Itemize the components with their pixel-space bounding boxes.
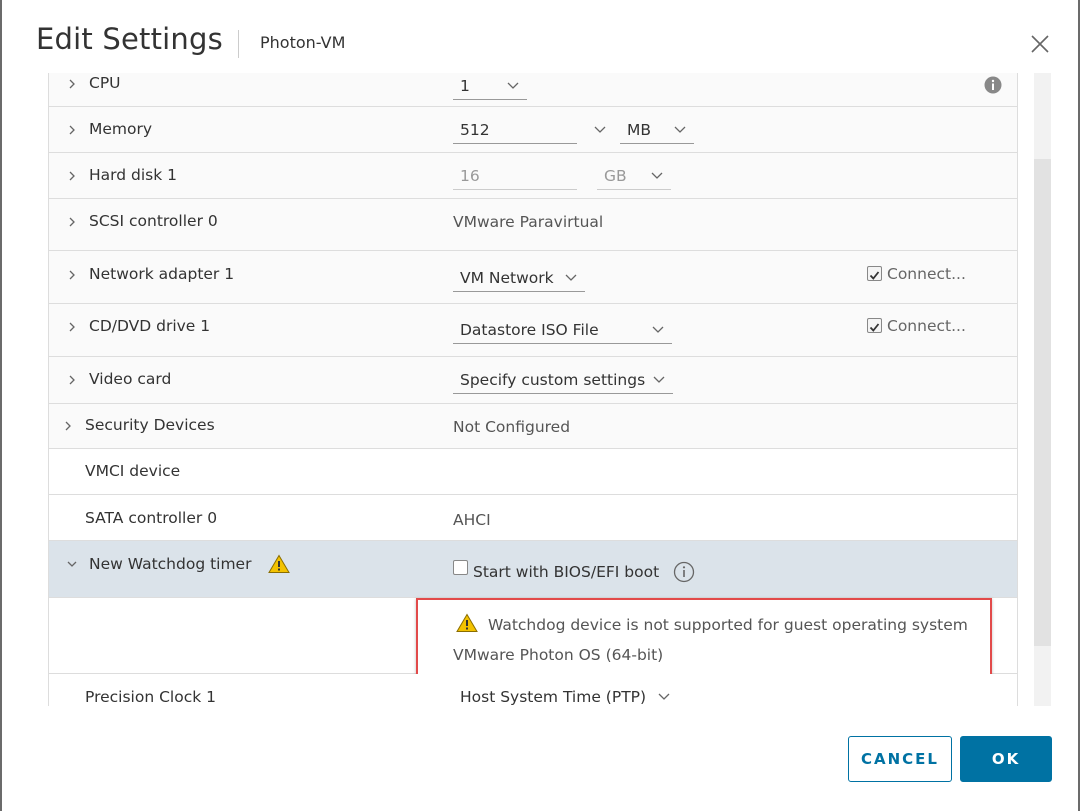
vmci-label: VMCI device xyxy=(85,462,181,480)
scsi-label: SCSI controller 0 xyxy=(89,212,218,230)
cddvd-connect-label: Connect... xyxy=(887,317,966,335)
sata-label: SATA controller 0 xyxy=(85,509,218,527)
network-connect-checkbox[interactable] xyxy=(867,266,882,281)
row-new-watchdog-timer[interactable]: New Watchdog timer Start with BIOS/EFI b… xyxy=(48,541,1018,598)
watchdog-label: New Watchdog timer xyxy=(89,555,252,573)
row-cd-dvd-drive: CD/DVD drive 1 Datastore ISO File Connec… xyxy=(48,304,1018,357)
chevron-right-icon[interactable] xyxy=(67,79,77,89)
sata-value: AHCI xyxy=(453,511,491,529)
bios-efi-boot-checkbox[interactable] xyxy=(453,560,468,575)
dialog-title: Edit Settings xyxy=(36,22,223,56)
row-video-card: Video card Specify custom settings xyxy=(48,357,1018,404)
settings-list: CPU 1 Memory 512 MB Hard disk 1 16 GB SC… xyxy=(48,73,1018,706)
row-vmci-device: VMCI device xyxy=(48,449,1018,495)
title-divider xyxy=(238,30,239,58)
row-cpu: CPU 1 xyxy=(48,73,1018,107)
cpu-select[interactable]: 1 xyxy=(453,73,527,100)
cddvd-select[interactable]: Datastore ISO File xyxy=(453,317,672,344)
row-hard-disk: Hard disk 1 16 GB xyxy=(48,153,1018,199)
warning-message: Watchdog device is not supported for gue… xyxy=(488,616,968,634)
scrollbar[interactable] xyxy=(1034,73,1051,706)
chevron-right-icon[interactable] xyxy=(67,171,77,181)
row-sata-controller: SATA controller 0 AHCI xyxy=(48,495,1018,541)
checkmark-icon xyxy=(869,271,880,280)
chevron-right-icon[interactable] xyxy=(63,421,73,431)
row-memory: Memory 512 MB xyxy=(48,107,1018,153)
chevron-right-icon[interactable] xyxy=(67,270,77,280)
chevron-right-icon[interactable] xyxy=(67,375,77,385)
watchdog-warning-box: Watchdog device is not supported for gue… xyxy=(416,598,992,677)
video-card-label: Video card xyxy=(89,370,172,388)
video-card-select[interactable]: Specify custom settings xyxy=(453,367,673,394)
memory-input[interactable]: 512 xyxy=(453,117,577,144)
info-circle-icon[interactable] xyxy=(673,561,695,583)
close-icon[interactable] xyxy=(1026,30,1054,58)
chevron-down-icon xyxy=(565,274,577,281)
scrollbar-thumb[interactable] xyxy=(1034,159,1051,646)
cpu-label: CPU xyxy=(89,74,121,92)
precision-clock-label: Precision Clock 1 xyxy=(85,688,216,706)
row-scsi-controller: SCSI controller 0 VMware Paravirtual xyxy=(48,199,1018,251)
row-network-adapter: Network adapter 1 VM Network Connect... xyxy=(48,251,1018,304)
scsi-value: VMware Paravirtual xyxy=(453,213,604,231)
checkmark-icon xyxy=(869,323,880,332)
row-security-devices: Security Devices Not Configured xyxy=(48,404,1018,449)
cddvd-label: CD/DVD drive 1 xyxy=(89,317,211,335)
bios-efi-boot-label: Start with BIOS/EFI boot xyxy=(473,563,660,581)
vm-name: Photon-VM xyxy=(260,33,346,52)
edit-settings-dialog: Edit Settings Photon-VM CPU 1 Memory 512… xyxy=(2,0,1078,811)
network-connect-label: Connect... xyxy=(887,265,966,283)
hard-disk-label: Hard disk 1 xyxy=(89,166,178,184)
memory-stepper-chevron-down-icon[interactable] xyxy=(594,124,606,134)
security-devices-label: Security Devices xyxy=(85,416,215,434)
memory-label: Memory xyxy=(89,120,153,138)
chevron-down-icon xyxy=(651,172,663,179)
info-icon[interactable] xyxy=(984,76,1002,94)
ok-button[interactable]: OK xyxy=(960,736,1052,782)
hard-disk-unit-select: GB xyxy=(597,163,671,190)
network-select[interactable]: VM Network xyxy=(453,265,585,292)
row-precision-clock: Precision Clock 1 Host System Time (PTP) xyxy=(48,674,1018,706)
warning-icon xyxy=(456,613,478,632)
memory-unit-select[interactable]: MB xyxy=(620,117,694,144)
warning-icon xyxy=(268,554,290,573)
cddvd-connect-checkbox[interactable] xyxy=(867,318,882,333)
chevron-right-icon[interactable] xyxy=(67,125,77,135)
chevron-down-icon xyxy=(653,376,665,383)
network-label: Network adapter 1 xyxy=(89,265,235,283)
chevron-down-icon xyxy=(674,126,686,133)
chevron-down-icon xyxy=(507,82,519,89)
security-devices-value: Not Configured xyxy=(453,418,571,436)
chevron-down-icon[interactable] xyxy=(67,559,77,569)
precision-clock-select[interactable]: Host System Time (PTP) xyxy=(453,684,673,706)
chevron-right-icon[interactable] xyxy=(67,322,77,332)
hard-disk-input: 16 xyxy=(453,163,577,190)
chevron-right-icon[interactable] xyxy=(67,217,77,227)
chevron-down-icon xyxy=(652,326,664,333)
warning-guest-os: VMware Photon OS (64-bit) xyxy=(453,646,664,664)
chevron-down-icon xyxy=(658,693,670,700)
cancel-button[interactable]: CANCEL xyxy=(848,736,952,782)
